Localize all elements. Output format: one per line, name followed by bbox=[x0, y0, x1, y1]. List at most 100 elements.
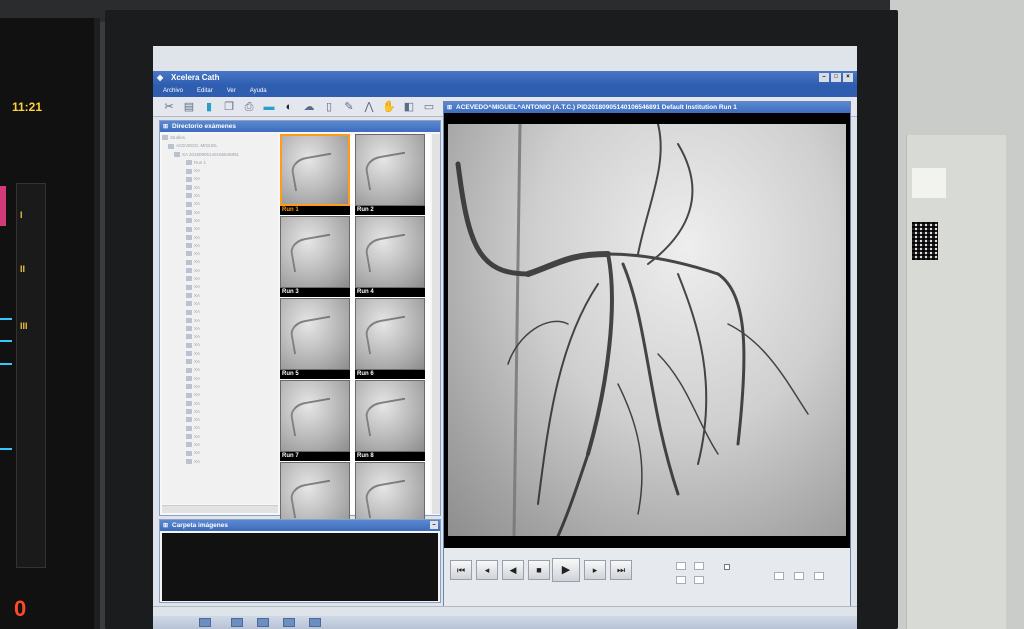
speed-stepper[interactable] bbox=[694, 576, 704, 584]
tree-series-item[interactable]: XA bbox=[162, 175, 278, 183]
export-icon[interactable]: ▬ bbox=[261, 100, 277, 114]
tree-series-item[interactable]: XA bbox=[162, 358, 278, 366]
step-back-button[interactable]: ◀ bbox=[502, 560, 524, 580]
first-frame-button[interactable]: ⏮ bbox=[450, 560, 472, 580]
tree-series-item[interactable]: XA bbox=[162, 184, 278, 192]
menu-archivo[interactable]: Archivo bbox=[163, 85, 183, 97]
tree-series-item[interactable]: XA bbox=[162, 433, 278, 441]
tree-series-item[interactable]: XA bbox=[162, 192, 278, 200]
print-icon[interactable]: ⎙ bbox=[241, 100, 257, 114]
thumbnail-run[interactable]: Run 2 bbox=[355, 134, 425, 216]
taskbar-app-icon[interactable] bbox=[199, 618, 211, 627]
collapse-icon[interactable]: – bbox=[430, 521, 438, 529]
taskbar-app-icon[interactable] bbox=[309, 618, 321, 627]
copy-icon[interactable]: ❐ bbox=[221, 100, 237, 114]
series-label: XA bbox=[194, 334, 201, 340]
series-icon bbox=[186, 185, 192, 191]
tree-series-item[interactable]: XA bbox=[162, 416, 278, 424]
taskbar-app-icon[interactable] bbox=[231, 618, 243, 627]
menu-editar[interactable]: Editar bbox=[197, 85, 213, 97]
contrast-icon[interactable]: ◐ bbox=[281, 100, 297, 114]
tree-series-item[interactable]: XA bbox=[162, 225, 278, 233]
hand-icon[interactable]: ✋ bbox=[381, 100, 397, 114]
cut-icon[interactable]: ✂ bbox=[161, 100, 177, 114]
tree-series-item[interactable]: XA bbox=[162, 292, 278, 300]
thumbnail-run[interactable]: Run 3 bbox=[280, 216, 350, 298]
zoom-stepper[interactable] bbox=[694, 562, 704, 570]
tree-series-item[interactable]: XA bbox=[162, 275, 278, 283]
tree-run[interactable]: Run 1 bbox=[162, 159, 278, 167]
tree-series-item[interactable]: XA bbox=[162, 167, 278, 175]
tree-series-item[interactable]: XA bbox=[162, 366, 278, 374]
tree-series-item[interactable]: XA bbox=[162, 300, 278, 308]
thumbnail-run[interactable]: Run 8 bbox=[355, 380, 425, 462]
frame-stepper[interactable] bbox=[794, 572, 804, 580]
stop-button[interactable]: ■ bbox=[528, 560, 550, 580]
cloud-icon[interactable]: ☁ bbox=[301, 100, 317, 114]
speed-stepper[interactable] bbox=[676, 576, 686, 584]
tree-series-item[interactable]: XA bbox=[162, 424, 278, 432]
tree-series-item[interactable]: XA bbox=[162, 341, 278, 349]
tree-series-item[interactable]: XA bbox=[162, 200, 278, 208]
thumbnail-scrollbar[interactable] bbox=[432, 134, 440, 514]
next-frame-button[interactable]: ▸ bbox=[584, 560, 606, 580]
pin-icon[interactable]: ⊞ bbox=[447, 103, 452, 113]
tree-series-item[interactable]: XA bbox=[162, 283, 278, 291]
tree-horizontal-scrollbar[interactable] bbox=[162, 505, 278, 513]
maximize-button[interactable]: □ bbox=[831, 73, 841, 82]
taskbar-app-icon[interactable] bbox=[257, 618, 269, 627]
play-button[interactable]: ▶ bbox=[552, 558, 580, 582]
window-icon[interactable]: ▭ bbox=[421, 100, 437, 114]
last-frame-button[interactable]: ⏭ bbox=[610, 560, 632, 580]
tree-series-item[interactable]: XA bbox=[162, 325, 278, 333]
menu-ayuda[interactable]: Ayuda bbox=[250, 85, 267, 97]
frame-stepper[interactable] bbox=[774, 572, 784, 580]
thumbnail-run[interactable]: Run 1 bbox=[280, 134, 350, 216]
save-icon[interactable]: ▤ bbox=[181, 100, 197, 114]
tree-series-item[interactable]: XA bbox=[162, 317, 278, 325]
tree-series-item[interactable]: XA bbox=[162, 350, 278, 358]
tree-root[interactable]: Studies bbox=[162, 134, 278, 142]
taskbar-app-icon[interactable] bbox=[283, 618, 295, 627]
tree-patient[interactable]: ACEVEDO, MIGUEL bbox=[162, 142, 278, 150]
tree-series-item[interactable]: XA bbox=[162, 217, 278, 225]
minimize-button[interactable]: – bbox=[819, 73, 829, 82]
series-label: XA bbox=[194, 375, 201, 381]
tree-series-item[interactable]: XA bbox=[162, 375, 278, 383]
tree-series-item[interactable]: XA bbox=[162, 209, 278, 217]
tree-series-item[interactable]: XA bbox=[162, 308, 278, 316]
loop-checkbox[interactable] bbox=[724, 564, 730, 570]
close-button[interactable]: × bbox=[843, 73, 853, 82]
pin-icon[interactable]: ⊞ bbox=[163, 521, 168, 532]
tree-series-item[interactable]: XA bbox=[162, 267, 278, 275]
tree-series-item[interactable]: XA bbox=[162, 258, 278, 266]
tree-series-item[interactable]: XA bbox=[162, 383, 278, 391]
folder-icon[interactable]: ▮ bbox=[201, 100, 217, 114]
tree-series-item[interactable]: XA bbox=[162, 449, 278, 457]
tree-series-item[interactable]: XA bbox=[162, 400, 278, 408]
tree-series-item[interactable]: XA bbox=[162, 408, 278, 416]
tree-series-item[interactable]: XA bbox=[162, 391, 278, 399]
tree-series-item[interactable]: XA bbox=[162, 333, 278, 341]
menu-ver[interactable]: Ver bbox=[227, 85, 236, 97]
measure-icon[interactable]: ✎ bbox=[341, 100, 357, 114]
frame-stepper[interactable] bbox=[814, 572, 824, 580]
thumbnail-run[interactable]: Run 7 bbox=[280, 380, 350, 462]
tree-series-item[interactable]: XA bbox=[162, 458, 278, 466]
angiogram-image[interactable] bbox=[448, 124, 846, 536]
pin-icon[interactable]: ⊞ bbox=[163, 122, 168, 133]
thumbnail-run[interactable]: Run 4 bbox=[355, 216, 425, 298]
thumbnail-run[interactable]: Run 5 bbox=[280, 298, 350, 380]
tree-study[interactable]: XA 20180905140106546891 bbox=[162, 151, 278, 159]
prev-frame-button[interactable]: ◂ bbox=[476, 560, 498, 580]
window-titlebar[interactable]: ◈ Xcelera Cath – □ × bbox=[153, 71, 857, 85]
tree-series-item[interactable]: XA bbox=[162, 441, 278, 449]
document-icon[interactable]: ▯ bbox=[321, 100, 337, 114]
tree-series-item[interactable]: XA bbox=[162, 242, 278, 250]
zoom-stepper[interactable] bbox=[676, 562, 686, 570]
tree-series-item[interactable]: XA bbox=[162, 234, 278, 242]
tree-series-item[interactable]: XA bbox=[162, 250, 278, 258]
angle-icon[interactable]: ⋀ bbox=[361, 100, 377, 114]
thumbnail-run[interactable]: Run 6 bbox=[355, 298, 425, 380]
cube-icon[interactable]: ◧ bbox=[401, 100, 417, 114]
